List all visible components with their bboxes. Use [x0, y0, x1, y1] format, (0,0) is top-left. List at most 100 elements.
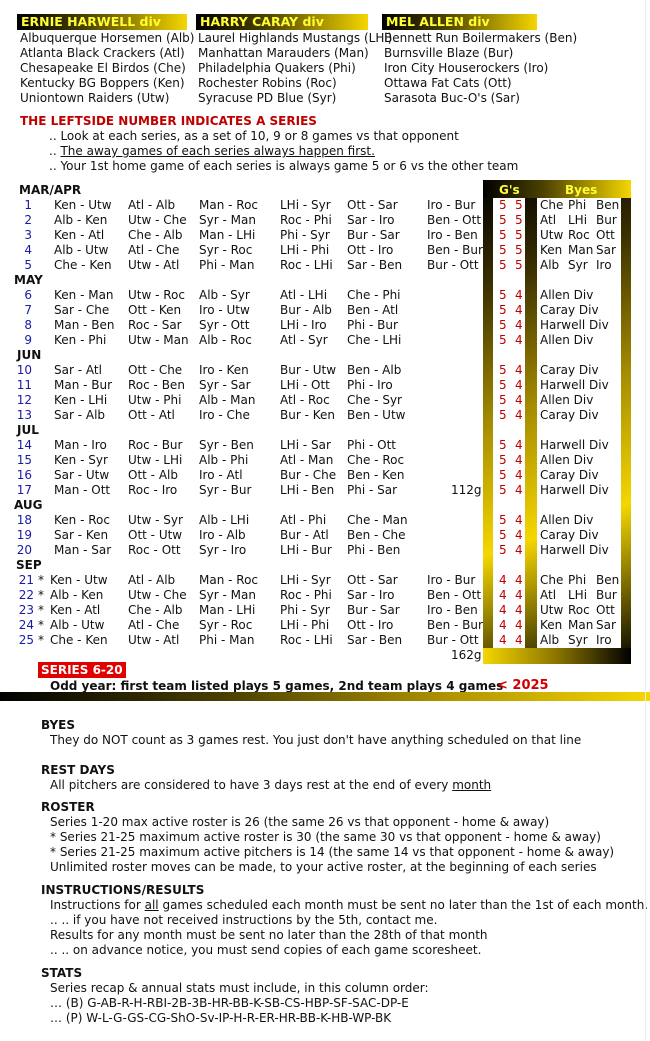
- bye-team: Roc: [568, 228, 590, 242]
- section-line: * Series 21-25 maximum active pitchers i…: [50, 845, 615, 859]
- bye-team: Sar: [596, 618, 616, 632]
- games-second-team: 4: [515, 333, 523, 347]
- games-second-team: 4: [515, 513, 523, 527]
- series-legend-heading: THE LEFTSIDE NUMBER INDICATES A SERIES: [20, 114, 317, 128]
- series-number: 10: [16, 363, 32, 377]
- matchup: Ott - Sar: [347, 198, 398, 212]
- matchup: Bur - Alb: [280, 303, 332, 317]
- games-first-team: 4: [499, 618, 507, 632]
- series-number: 24: [18, 618, 34, 632]
- games-second-team: 4: [515, 603, 523, 617]
- bye-team: LHi: [568, 588, 588, 602]
- note-underlined: The away games of each series always hap…: [60, 144, 375, 158]
- matchup: LHi - Phi: [280, 243, 330, 257]
- series-number: 14: [16, 438, 32, 452]
- games-first-team: 5: [499, 453, 507, 467]
- matchup: Syr - Man: [199, 213, 256, 227]
- bye-team: Atl: [540, 213, 557, 227]
- matchup: Syr - Ott: [199, 318, 250, 332]
- games-first-team: 4: [499, 633, 507, 647]
- bye-team: Ken: [540, 243, 563, 257]
- games-second-team: 5: [515, 258, 523, 272]
- series-number: 2: [24, 213, 32, 227]
- matchup: Ben - Bur: [427, 618, 483, 632]
- matchup: Bur - Utw: [280, 363, 337, 377]
- games-second-team: 4: [515, 318, 523, 332]
- matchup: Atl - LHi: [280, 288, 328, 302]
- games-second-team: 4: [515, 363, 523, 377]
- matchup: Che - Man: [347, 513, 408, 527]
- series-number: 4: [24, 243, 32, 257]
- games-second-team: 4: [515, 528, 523, 542]
- bye-team: Bur: [596, 588, 617, 602]
- section-title: REST DAYS: [41, 763, 115, 777]
- games-column-header: G's: [499, 183, 520, 197]
- matchup: Phi - Bur: [347, 318, 398, 332]
- matchup: Utw - Atl: [128, 258, 180, 272]
- matchup: Sar - Ken: [54, 528, 109, 542]
- matchup: Syr - Bur: [199, 483, 252, 497]
- matchup: Ken - Man: [54, 288, 114, 302]
- bye-division: Allen Div: [540, 333, 594, 347]
- team-name: Manhattan Marauders (Man): [198, 46, 369, 60]
- matchup: Roc - Sar: [128, 318, 182, 332]
- matchup: Phi - Man: [199, 258, 255, 272]
- matchup: Ott - Alb: [128, 468, 178, 482]
- games-first-team: 5: [499, 468, 507, 482]
- series-number: 21: [18, 573, 34, 587]
- matchup: Ott - Atl: [128, 408, 175, 422]
- matchup: Ben - Ott: [427, 213, 482, 227]
- matchup: Sar - Iro: [347, 213, 395, 227]
- bye-team: Che: [540, 573, 564, 587]
- bye-division: Allen Div: [540, 288, 594, 302]
- games-second-team: 4: [515, 453, 523, 467]
- games-first-team: 5: [499, 543, 507, 557]
- section-instructions: INSTRUCTIONS/RESULTS Instructions for al…: [41, 883, 648, 958]
- division-header-allen: MEL ALLEN div: [382, 14, 537, 30]
- matchup: Roc - Phi: [280, 213, 332, 227]
- team-name: Philadelphia Quakers (Phi): [198, 61, 356, 75]
- matchup: Bur - Che: [280, 468, 337, 482]
- matchup: Che - Syr: [347, 393, 402, 407]
- odd-year-note: Odd year: first team listed plays 5 game…: [50, 679, 504, 693]
- division-header-caray: HARRY CARAY div: [196, 14, 368, 30]
- matchup: Iro - Utw: [199, 303, 250, 317]
- expanded-roster-marker: *: [38, 588, 44, 602]
- games-second-team: 4: [515, 633, 523, 647]
- matchup: Sar - Alb: [54, 408, 106, 422]
- matchup: LHi - Syr: [280, 573, 331, 587]
- month-header: MAR/APR: [19, 183, 82, 197]
- series-number: 15: [16, 453, 32, 467]
- section-line: Instructions for all games scheduled eac…: [50, 898, 649, 912]
- series-number: 5: [24, 258, 32, 272]
- matchup: Ken - Phi: [54, 333, 107, 347]
- team-name: Laurel Highlands Mustangs (LHi): [198, 31, 393, 45]
- year-marker: < 2025: [497, 678, 549, 693]
- section-line: They do NOT count as 3 games rest. You j…: [50, 733, 582, 747]
- bye-division: Harwell Div: [540, 543, 609, 557]
- matchup: Man - Ott: [54, 483, 111, 497]
- matchup: Sar - Ben: [347, 258, 403, 272]
- matchup: Ott - Che: [128, 363, 183, 377]
- matchup: Syr - Man: [199, 588, 256, 602]
- games-second-team: 5: [515, 213, 523, 227]
- matchup: Ben - Atl: [347, 303, 399, 317]
- matchup: Utw - Roc: [128, 288, 185, 302]
- matchup: Syr - Ben: [199, 438, 254, 452]
- games-first-team: 4: [499, 573, 507, 587]
- matchup: Utw - Che: [128, 213, 187, 227]
- matchup: LHi - Ben: [280, 483, 335, 497]
- matchup: Roc - Iro: [128, 483, 178, 497]
- note-line: .. The away games of each series always …: [49, 144, 375, 158]
- matchup: LHi - Sar: [280, 438, 331, 452]
- matchup: Utw - Phi: [128, 393, 182, 407]
- games-first-team: 4: [499, 588, 507, 602]
- bye-team: Ott: [596, 603, 615, 617]
- games-total: 112g: [451, 483, 482, 497]
- matchup: Che - Phi: [347, 288, 401, 302]
- games-first-team: 5: [499, 243, 507, 257]
- games-second-team: 4: [515, 543, 523, 557]
- team-name: Ottawa Fat Cats (Ott): [384, 76, 512, 90]
- matchup: Iro - Bur: [427, 198, 476, 212]
- games-second-team: 4: [515, 483, 523, 497]
